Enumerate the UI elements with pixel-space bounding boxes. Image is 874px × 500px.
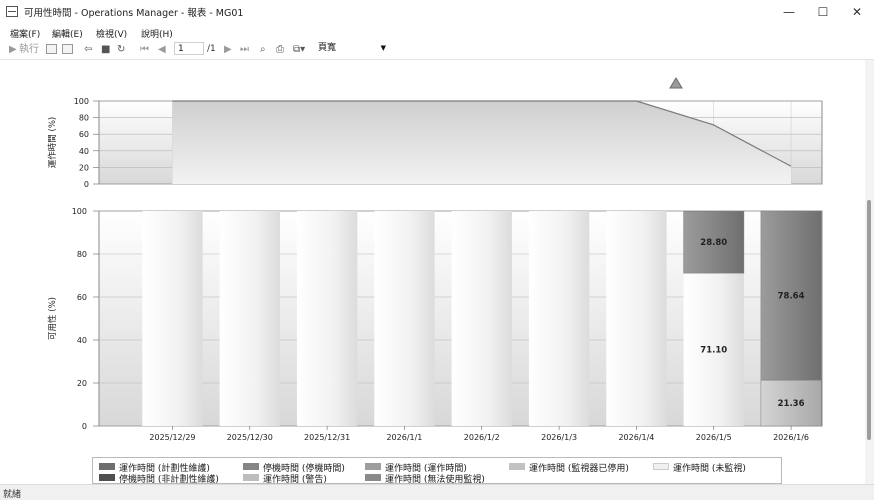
y-tick-label: 80 <box>77 250 87 259</box>
y-tick-label: 20 <box>79 163 89 172</box>
params-icon[interactable] <box>62 44 73 54</box>
y-tick-label: 20 <box>77 379 87 388</box>
status-text: 就緒 <box>3 490 22 500</box>
chevron-down-icon: ▼ <box>380 44 386 52</box>
zoom-value: 頁寬 <box>318 43 337 53</box>
y-tick-label: 60 <box>77 293 87 302</box>
legend-swatch <box>653 463 669 470</box>
minimize-button[interactable]: — <box>772 1 806 23</box>
data-label: 21.36 <box>778 399 805 409</box>
legend-swatch <box>243 463 259 470</box>
status-bar: 就緒 <box>0 484 874 500</box>
data-label: 78.64 <box>778 292 805 302</box>
legend-swatch <box>365 474 381 481</box>
y-tick-label: 80 <box>79 114 89 123</box>
menu-bar: 檔案(F) 編輯(E) 檢視(V) 說明(H) <box>0 24 874 41</box>
availability-bar-chart: 0 20 40 60 80 100 2025/12/29 2025/12/30 2025/12/… <box>47 207 823 442</box>
uptime-area-chart: 0 20 40 60 80 100 運作時間 (%) <box>47 97 823 189</box>
x-tick-label: 2025/12/31 <box>304 433 350 442</box>
next-page-icon[interactable]: ▶ <box>224 44 232 56</box>
export-icon[interactable]: ⧉▾ <box>293 44 305 56</box>
y-tick-label: 0 <box>82 422 87 431</box>
x-tick-label: 2026/1/3 <box>541 433 577 442</box>
stop-icon[interactable]: ■ <box>101 44 110 56</box>
y-tick-label: 40 <box>77 336 87 345</box>
bar-segment <box>606 211 667 426</box>
y-tick-label: 40 <box>79 147 89 156</box>
refresh-icon[interactable]: ↻ <box>117 44 125 56</box>
legend-swatch <box>365 463 381 470</box>
menu-help[interactable]: 說明(H) <box>141 27 173 40</box>
last-page-icon[interactable]: ⏭ <box>240 44 249 56</box>
bar-segment <box>374 211 435 426</box>
bar-segment <box>219 211 280 426</box>
data-label: 28.80 <box>700 238 727 248</box>
scrollbar-thumb[interactable] <box>867 200 871 440</box>
data-label: 71.10 <box>700 346 727 356</box>
close-button[interactable]: ✕ <box>840 1 874 23</box>
prev-page-icon[interactable]: ◀ <box>158 44 166 56</box>
bar-segment <box>451 211 512 426</box>
maximize-button[interactable]: ☐ <box>806 1 840 23</box>
find-icon[interactable]: ⌕ <box>260 44 266 56</box>
x-tick-label: 2026/1/1 <box>386 433 422 442</box>
x-tick-label: 2026/1/4 <box>618 433 654 442</box>
availability-charts: 0 20 40 60 80 100 運作時間 (%) 0 20 40 60 80 100 2025/12… <box>47 97 823 442</box>
y-tick-label: 60 <box>79 130 89 139</box>
back-icon[interactable]: ⇦ <box>84 44 92 56</box>
page-number-input[interactable]: 1 <box>174 42 204 55</box>
window-title: 可用性時間 - Operations Manager - 報表 - MG01 <box>24 8 244 19</box>
x-tick-label: 2025/12/30 <box>227 433 273 442</box>
first-page-icon[interactable]: ⏮ <box>140 44 149 56</box>
print-icon[interactable]: ⎙ <box>276 44 284 56</box>
x-tick-label: 2026/1/2 <box>464 433 500 442</box>
doc-map-icon[interactable] <box>46 44 57 54</box>
menu-edit[interactable]: 編輯(E) <box>52 27 83 40</box>
y-axis-title: 運作時間 (%) <box>47 117 58 168</box>
legend-swatch <box>99 463 115 470</box>
bar-segment <box>296 211 358 426</box>
x-tick-label: 2025/12/29 <box>149 433 195 442</box>
warning-icon[interactable] <box>669 77 683 89</box>
vertical-scrollbar[interactable] <box>865 60 874 484</box>
run-icon[interactable]: ▶ <box>9 44 17 56</box>
legend-swatch <box>509 463 525 470</box>
y-axis-title: 可用性 (%) <box>47 297 58 340</box>
x-tick-label: 2026/1/5 <box>696 433 732 442</box>
zoom-select[interactable]: 頁寬 ▼ <box>318 42 388 55</box>
app-icon <box>6 6 18 17</box>
chart-legend: 運作時間 (計劃性維護) 停機時間 (停機時間) 運作時間 (運作時間) 運作時… <box>92 457 782 485</box>
menu-file[interactable]: 檔案(F) <box>10 27 40 40</box>
legend-swatch <box>99 474 115 481</box>
y-tick-label: 100 <box>72 207 87 216</box>
y-tick-label: 0 <box>84 180 89 189</box>
page-total: /1 <box>207 44 216 54</box>
y-tick-label: 100 <box>74 97 89 106</box>
toolbar: ▶ 執行 ⇦ ■ ↻ ⏮ ◀ ▶ ⏭ ⌕ ⎙ ⧉▾ <box>0 41 874 60</box>
bar-segment <box>142 211 203 426</box>
run-label[interactable]: 執行 <box>19 44 39 56</box>
menu-view[interactable]: 檢視(V) <box>96 27 127 40</box>
bar-segment <box>528 211 590 426</box>
x-tick-label: 2026/1/6 <box>773 433 809 442</box>
legend-swatch <box>243 474 259 481</box>
title-bar: 可用性時間 - Operations Manager - 報表 - MG01 —… <box>0 0 874 24</box>
